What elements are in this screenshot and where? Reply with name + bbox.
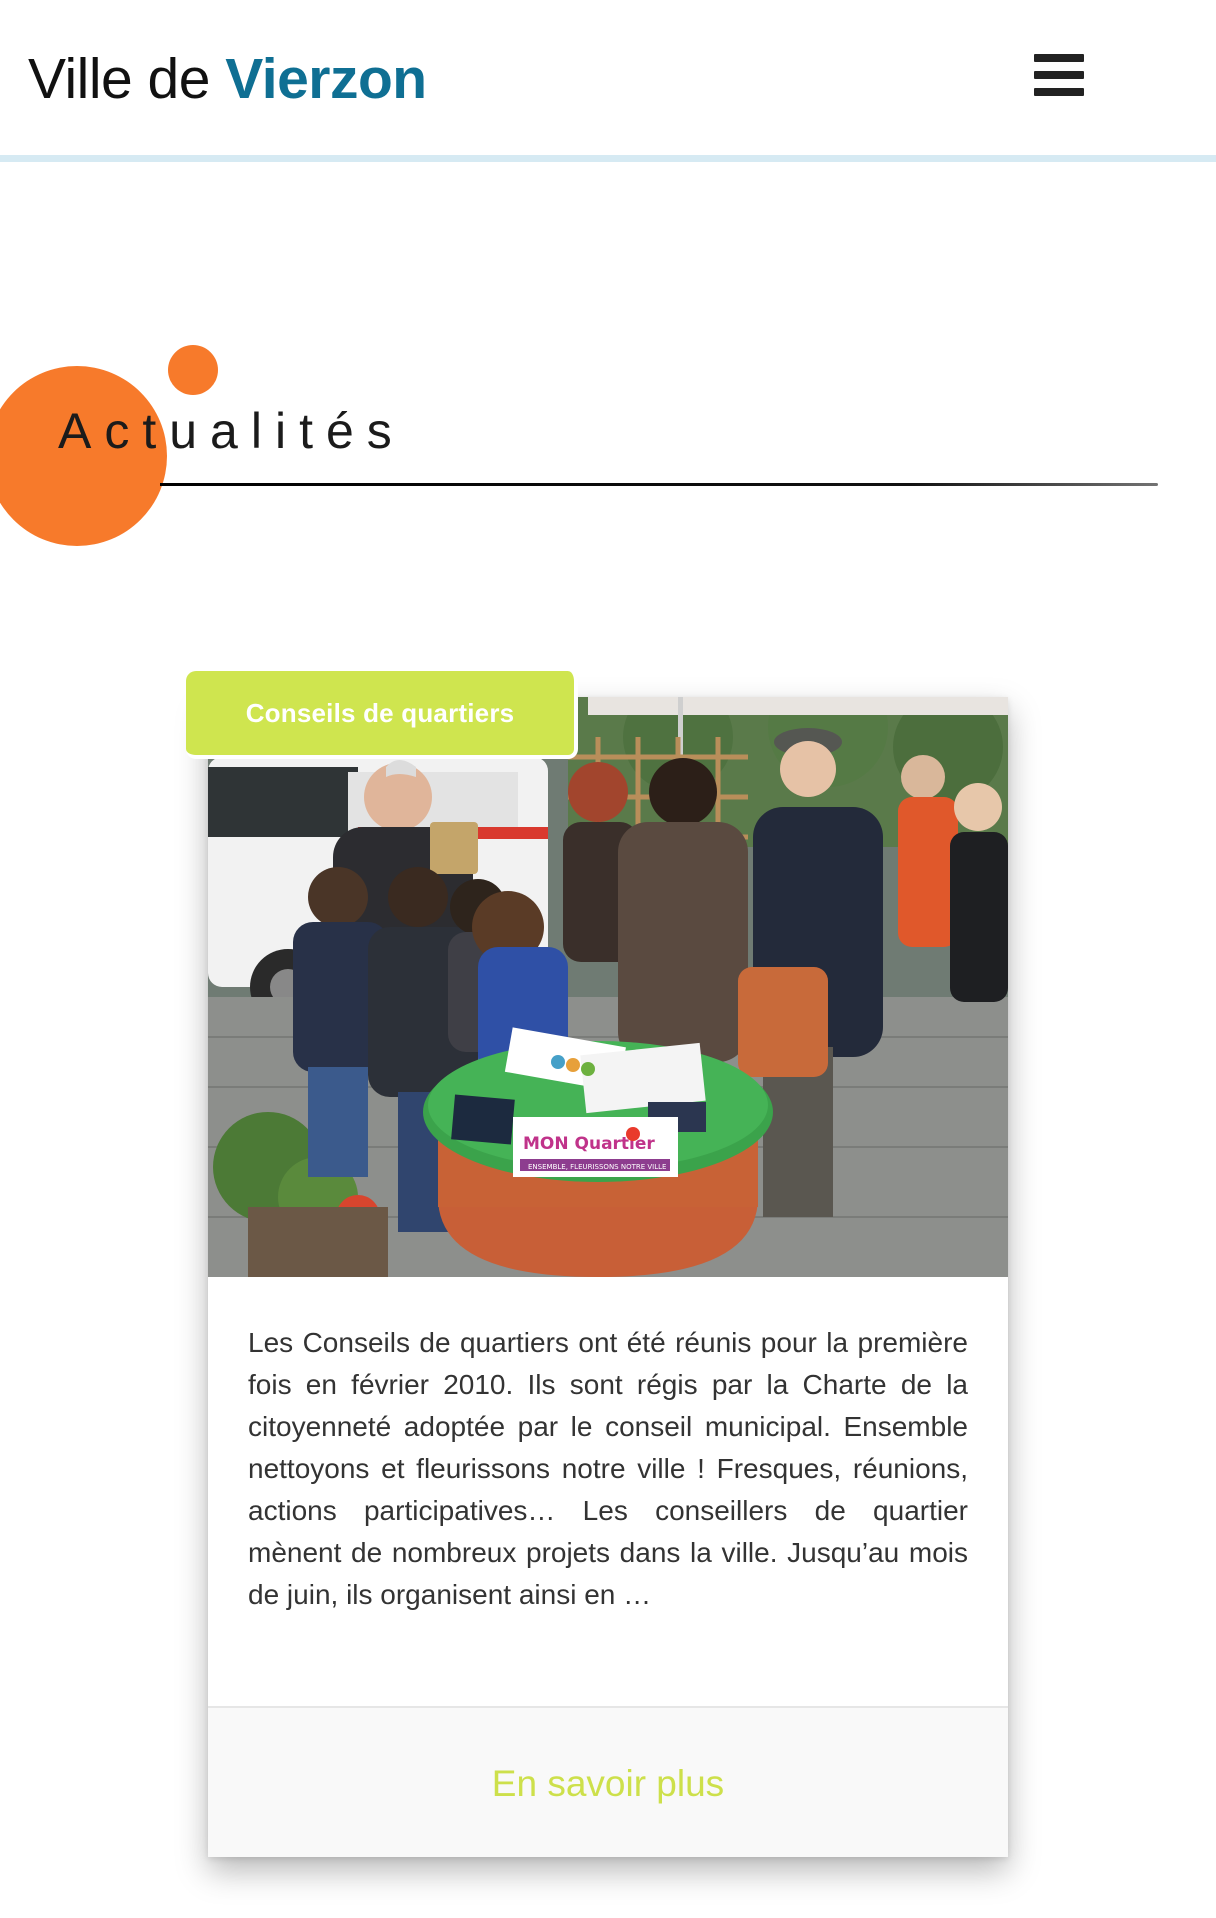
news-section-header: Actualités xyxy=(0,330,1216,560)
news-excerpt: Les Conseils de quartiers ont été réunis… xyxy=(248,1327,968,1610)
site-header: Ville de Vierzon xyxy=(0,0,1216,162)
svg-text:ENSEMBLE, FLEURISSONS NOTRE VI: ENSEMBLE, FLEURISSONS NOTRE VILLE xyxy=(528,1163,666,1171)
photo-illustration: MON Quartier ENSEMBLE, FLEURISSONS NOTRE… xyxy=(208,697,1008,1277)
category-tag[interactable]: Conseils de quartiers xyxy=(186,671,578,759)
title-underline xyxy=(160,483,1158,486)
read-more-link[interactable]: En savoir plus xyxy=(208,1708,1008,1857)
logo-city: Vierzon xyxy=(225,47,427,111)
decorative-orange-circle-small xyxy=(168,345,218,395)
logo-prefix: Ville de xyxy=(28,47,226,111)
site-logo[interactable]: Ville de Vierzon xyxy=(28,44,427,114)
menu-bar xyxy=(1034,54,1084,62)
card-footer: En savoir plus xyxy=(208,1706,1008,1857)
hamburger-menu-icon[interactable] xyxy=(1034,52,1086,98)
menu-bar xyxy=(1034,88,1084,96)
news-photo[interactable]: MON Quartier ENSEMBLE, FLEURISSONS NOTRE… xyxy=(208,697,1008,1277)
menu-bar xyxy=(1034,71,1084,79)
section-title: Actualités xyxy=(58,403,405,459)
news-card: MON Quartier ENSEMBLE, FLEURISSONS NOTRE… xyxy=(186,671,1008,1857)
